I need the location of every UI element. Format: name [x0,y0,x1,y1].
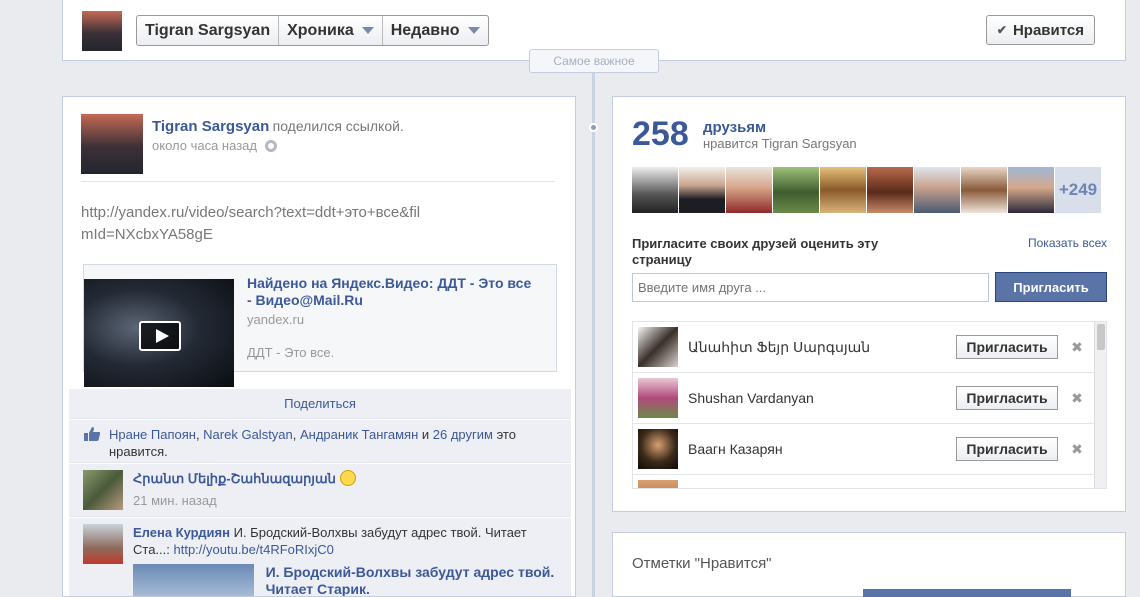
invite-friend-button[interactable]: Пригласить [956,335,1058,359]
friend-avatar[interactable] [638,429,678,469]
post-header: Tigran Sargsyan поделился ссылкой. около… [152,118,404,153]
chevron-down-icon [361,27,374,34]
chevron-down-icon [467,27,480,34]
friend-avatar[interactable] [632,167,678,213]
video-thumbnail[interactable] [84,279,234,387]
invite-heading: Пригласите своих друзей оценить эту стра… [632,236,879,267]
invite-friend-button[interactable]: Пригласить [956,437,1058,461]
list-item [633,475,1106,489]
recent-dropdown[interactable]: Недавно [383,16,488,45]
check-icon: ✔ [996,23,1007,37]
timeline-nav: Tigran Sargsyan Хроника Недавно [136,15,489,46]
friends-label[interactable]: друзьям [703,119,766,136]
friend-name[interactable]: Ваагн Казарян [688,441,956,457]
gear-icon[interactable] [264,139,277,152]
page-name-button[interactable]: Tigran Sargsyan [137,16,280,45]
friend-name[interactable]: Անահիտ Ֆեյր Սարգսյան [688,339,956,356]
friend-avatar[interactable] [638,327,678,367]
likes-card-title[interactable]: Отметки "Нравится" [632,555,772,572]
preview-thumbnail[interactable] [133,564,254,596]
friend-name[interactable]: Shushan Vardanyan [688,390,956,406]
commenter-name[interactable]: Елена Курдиян [133,525,230,540]
friend-avatar[interactable] [867,167,913,213]
close-icon[interactable]: ✖ [1068,339,1086,356]
friend-avatar[interactable] [773,167,819,213]
liker-name[interactable]: Андраник Тангамян [300,427,418,442]
friends-count: 258 [632,115,689,153]
shared-link-description: ДДТ - Это все. [247,345,335,360]
likes-card: Отметки "Нравится" [612,532,1126,597]
divider [81,181,555,182]
friend-avatar[interactable] [1008,167,1054,213]
shared-link-preview[interactable]: Найдено на Яндекс.Видео: ДДТ - Это все -… [83,264,557,387]
feedback-section: Поделиться Нране Папоян, Narek Galstyan,… [69,389,571,596]
page-like-button[interactable]: ✔ Нравится [985,15,1095,45]
list-item: Ваагн Казарян Пригласить ✖ [633,424,1106,475]
page-avatar[interactable] [82,11,122,51]
likes-card-button[interactable] [863,589,1071,597]
share-button[interactable]: Поделиться [69,389,571,419]
timeline-dot [589,123,598,132]
friend-avatar[interactable] [820,167,866,213]
invite-friend-button[interactable] [956,488,1058,489]
list-scrollbar[interactable] [1094,322,1106,488]
friend-faces: +249 [632,167,1101,213]
scroll-thumb[interactable] [1097,324,1105,350]
liker-name[interactable]: Narek Galstyan [203,427,293,442]
post-card: Tigran Sargsyan поделился ссылкой. около… [62,96,576,597]
show-all-link[interactable]: Показать всех [1028,236,1107,250]
friend-avatar[interactable] [961,167,1007,213]
author-avatar[interactable] [81,114,143,174]
timeline-dropdown[interactable]: Хроника [279,16,383,45]
smiley-icon [339,470,356,486]
more-friends-link[interactable]: +249 [1055,167,1101,213]
list-item: Shushan Vardanyan Пригласить ✖ [633,373,1106,424]
friends-sublabel: нравится Tigran Sargsyan [703,136,857,151]
shared-link-domain: yandex.ru [247,312,305,327]
comment-link-preview[interactable]: И. Бродский-Волхвы забудут адрес твой. Ч… [133,564,561,596]
likes-summary: Нране Папоян, Narek Galstyan, Андраник Т… [69,420,571,463]
close-icon[interactable]: ✖ [1068,390,1086,407]
friends-like-card: 258 друзьям нравится Tigran Sargsyan +24… [612,96,1126,512]
close-icon[interactable]: ✖ [1068,441,1086,458]
preview-title[interactable]: И. Бродский-Волхвы забудут адрес твой. Ч… [266,564,561,596]
friend-avatar[interactable] [679,167,725,213]
comment-timestamp[interactable]: 21 мин. назад [133,493,356,508]
commenter-name[interactable]: Հրանտ Մելիք-Շահնազարյան [133,471,336,486]
liker-name[interactable]: Нране Папоян [109,427,196,442]
others-likers-link[interactable]: 26 другим [433,427,493,442]
friend-avatar[interactable] [914,167,960,213]
commenter-avatar[interactable] [83,524,123,564]
invite-friend-list: Անահիտ Ֆեյր Սարգսյան Пригласить ✖ Shusha… [632,321,1107,489]
invite-friend-button[interactable]: Пригласить [956,386,1058,410]
friend-avatar[interactable] [726,167,772,213]
commenter-avatar[interactable] [83,470,123,510]
list-item: Անահիտ Ֆեյր Սարգսյան Пригласить ✖ [633,322,1106,373]
thumbs-up-icon [84,427,101,441]
invite-button[interactable]: Пригласить [995,272,1107,302]
shared-link-title[interactable]: Найдено на Яндекс.Видео: ДДТ - Это все -… [247,275,537,309]
post-timestamp[interactable]: около часа назад [152,138,257,153]
post-action: поделился ссылкой. [272,118,404,134]
timeline-spine [592,73,595,597]
friend-avatar[interactable] [638,378,678,418]
comment-link[interactable]: http://youtu.be/t4RFoRIxjC0 [174,542,334,557]
friend-avatar[interactable] [638,480,678,488]
comment: Հրանտ Մելիք-Շահնազարյան 21 мин. назад [69,464,571,517]
play-icon[interactable] [139,321,181,351]
sort-highlights-tab[interactable]: Самое важное [529,49,659,73]
comment: Елена Курдиян И. Бродский-Волхвы забудут… [69,518,571,596]
author-name[interactable]: Tigran Sargsyan [152,118,269,135]
post-link-text[interactable]: http://yandex.ru/video/search?text=ddt+э… [81,202,421,246]
friend-name-input[interactable] [632,273,989,302]
